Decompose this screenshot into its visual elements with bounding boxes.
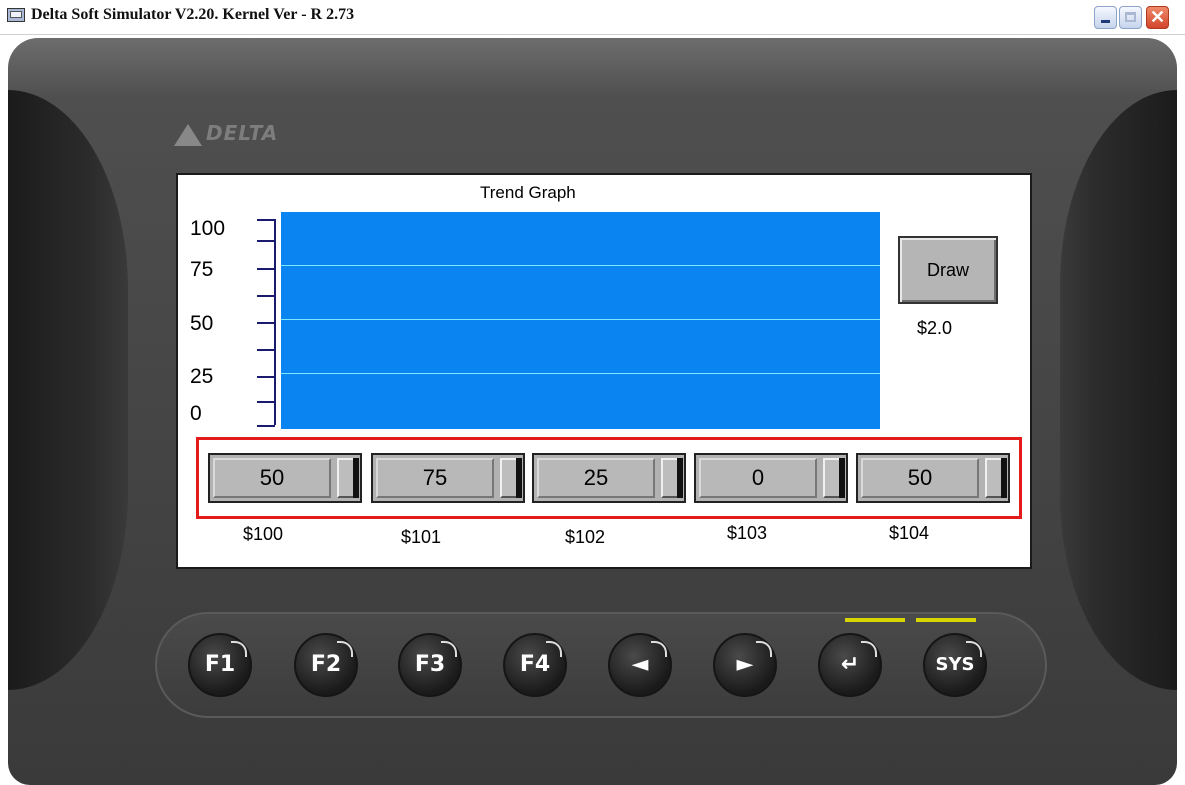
slider-address: $101	[401, 527, 442, 547]
slider-handle[interactable]	[985, 458, 1007, 498]
y-tick	[257, 295, 275, 297]
slider-value: 25	[537, 458, 655, 498]
slider-handle[interactable]	[337, 458, 359, 498]
f4-key[interactable]: F4	[503, 633, 567, 697]
left-arrow-key[interactable]: ◄	[608, 633, 672, 697]
f3-key[interactable]: F3	[398, 633, 462, 697]
delta-logo: DELTA	[174, 115, 332, 151]
slider-value: 50	[213, 458, 331, 498]
draw-button[interactable]: Draw	[898, 236, 998, 304]
delta-triangle-icon	[174, 123, 202, 146]
trend-graph-plot	[281, 212, 880, 429]
slider-104[interactable]: 50	[856, 453, 1010, 503]
y-label-50: 50	[190, 312, 214, 335]
simulator-window: Delta Soft Simulator V2.20. Kernel Ver -…	[0, 0, 1185, 785]
gridline-75	[281, 265, 880, 266]
function-keypad	[155, 612, 1047, 718]
y-label-0: 0	[190, 402, 202, 425]
slider-100[interactable]: 50	[208, 453, 362, 503]
slider-address: $102	[565, 527, 606, 547]
slider-handle[interactable]	[500, 458, 522, 498]
trend-graph-title: Trend Graph	[480, 183, 576, 202]
app-icon	[7, 8, 25, 22]
gridline-25	[281, 373, 880, 374]
title-bar: Delta Soft Simulator V2.20. Kernel Ver -…	[0, 0, 1185, 35]
slider-address: $104	[889, 523, 930, 543]
status-led	[916, 618, 976, 622]
slider-value: 75	[376, 458, 494, 498]
y-tick	[257, 401, 275, 403]
slider-handle[interactable]	[823, 458, 845, 498]
slider-value: 0	[699, 458, 817, 498]
y-tick	[257, 268, 275, 270]
maximize-button[interactable]	[1119, 6, 1142, 29]
y-label-25: 25	[190, 365, 214, 388]
enter-key[interactable]: ↵	[818, 633, 882, 697]
y-tick	[257, 240, 275, 242]
y-tick	[257, 349, 275, 351]
slider-103[interactable]: 0	[694, 453, 848, 503]
y-label-100: 100	[190, 217, 226, 240]
y-tick	[257, 376, 275, 378]
bezel-right-grip	[1060, 90, 1177, 690]
slider-handle[interactable]	[661, 458, 683, 498]
y-tick	[257, 322, 275, 324]
window-title: Delta Soft Simulator V2.20. Kernel Ver -…	[31, 6, 355, 23]
y-label-75: 75	[190, 258, 214, 281]
y-tick	[257, 219, 275, 221]
f2-key[interactable]: F2	[294, 633, 358, 697]
draw-address: $2.0	[917, 318, 953, 338]
close-button[interactable]: ✕	[1146, 6, 1169, 29]
slider-address: $100	[243, 524, 284, 544]
sys-key[interactable]: SYS	[923, 633, 987, 697]
status-led	[845, 618, 905, 622]
logo-text: DELTA	[206, 121, 279, 145]
minimize-button[interactable]	[1094, 6, 1117, 29]
slider-address: $103	[727, 523, 768, 543]
slider-102[interactable]: 25	[532, 453, 686, 503]
y-tick	[257, 425, 275, 427]
gridline-50	[281, 319, 880, 320]
f1-key[interactable]: F1	[188, 633, 252, 697]
slider-101[interactable]: 75	[371, 453, 525, 503]
right-arrow-key[interactable]: ►	[713, 633, 777, 697]
slider-value: 50	[861, 458, 979, 498]
